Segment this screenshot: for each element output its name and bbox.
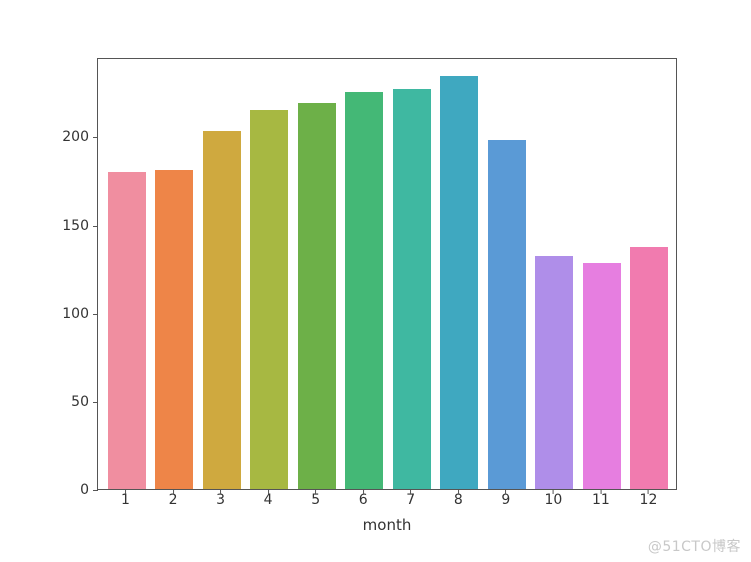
bar <box>345 92 383 489</box>
y-tick: 200 <box>0 129 97 145</box>
x-tick-mark <box>125 489 126 494</box>
bar <box>250 110 288 489</box>
x-tick-mark <box>268 489 269 494</box>
x-tick-label: 11 <box>592 492 610 508</box>
x-tick-mark <box>505 489 506 494</box>
x-tick: 3 <box>216 492 225 508</box>
x-tick-mark <box>600 489 601 494</box>
x-tick-label: 7 <box>406 492 415 508</box>
x-tick-label: 5 <box>311 492 320 508</box>
x-tick-label: 10 <box>544 492 562 508</box>
x-tick-mark <box>410 489 411 494</box>
watermark-text: @51CTO博客 <box>648 536 741 556</box>
y-tick-mark <box>93 490 98 491</box>
bar <box>108 172 146 489</box>
x-tick: 7 <box>406 492 415 508</box>
x-tick-mark <box>173 489 174 494</box>
x-tick: 5 <box>311 492 320 508</box>
x-tick: 11 <box>592 492 610 508</box>
x-axis-label: month <box>97 516 677 534</box>
y-tick-mark <box>93 314 98 315</box>
x-tick-label: 9 <box>501 492 510 508</box>
chart-figure: 050100150200 123456789101112 month @51CT… <box>0 0 751 562</box>
y-tick-label: 200 <box>62 129 89 145</box>
x-tick: 10 <box>544 492 562 508</box>
x-tick-label: 12 <box>640 492 658 508</box>
bar <box>393 89 431 489</box>
y-tick-mark <box>93 137 98 138</box>
x-tick-label: 2 <box>169 492 178 508</box>
x-tick-mark <box>220 489 221 494</box>
y-tick-label: 50 <box>71 394 89 410</box>
x-tick-label: 3 <box>216 492 225 508</box>
x-tick: 4 <box>264 492 273 508</box>
bar <box>535 256 573 489</box>
x-tick: 6 <box>359 492 368 508</box>
x-tick: 2 <box>169 492 178 508</box>
bar <box>630 247 668 489</box>
bar <box>203 131 241 489</box>
x-tick-label: 8 <box>454 492 463 508</box>
x-tick: 1 <box>121 492 130 508</box>
x-tick-mark <box>648 489 649 494</box>
x-tick-label: 6 <box>359 492 368 508</box>
bar <box>488 140 526 489</box>
y-tick: 100 <box>0 306 97 322</box>
bar <box>298 103 336 489</box>
y-tick-label: 0 <box>80 482 89 498</box>
bars-container <box>98 59 676 489</box>
y-tick-mark <box>93 226 98 227</box>
x-tick: 9 <box>501 492 510 508</box>
y-tick: 0 <box>0 482 97 498</box>
y-tick: 150 <box>0 218 97 234</box>
bar <box>440 76 478 489</box>
x-tick-label: 4 <box>264 492 273 508</box>
y-tick-label: 100 <box>62 306 89 322</box>
x-tick-mark <box>458 489 459 494</box>
plot-area <box>97 58 677 490</box>
x-tick-mark <box>553 489 554 494</box>
y-tick: 50 <box>0 394 97 410</box>
x-tick: 8 <box>454 492 463 508</box>
x-tick-mark <box>363 489 364 494</box>
bar <box>155 170 193 489</box>
y-tick-label: 150 <box>62 218 89 234</box>
y-tick-mark <box>93 402 98 403</box>
x-tick-mark <box>315 489 316 494</box>
x-tick: 12 <box>640 492 658 508</box>
x-tick-label: 1 <box>121 492 130 508</box>
bar <box>583 263 621 489</box>
